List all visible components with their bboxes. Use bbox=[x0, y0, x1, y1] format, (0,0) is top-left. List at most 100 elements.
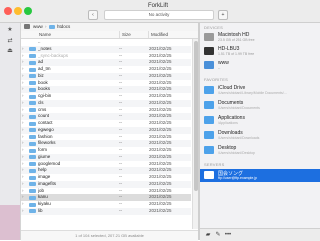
file-size: -- bbox=[119, 147, 122, 152]
zoom-window-button[interactable] bbox=[24, 7, 32, 15]
column-size[interactable]: Size bbox=[119, 31, 131, 38]
file-row[interactable]: › job -- 2021/02/25 bbox=[21, 188, 191, 195]
disclosure-triangle-icon[interactable]: › bbox=[22, 161, 28, 168]
file-row[interactable]: › help -- 2021/02/25 bbox=[21, 167, 191, 174]
disclosure-triangle-icon[interactable]: › bbox=[22, 107, 28, 114]
folder-icon bbox=[49, 25, 55, 29]
disclosure-triangle-icon[interactable]: › bbox=[22, 80, 28, 87]
file-row[interactable]: › book -- 2021/02/25 bbox=[21, 80, 191, 87]
disclosure-triangle-icon[interactable]: › bbox=[22, 167, 28, 174]
file-row[interactable]: › biz -- 2021/02/25 bbox=[21, 72, 191, 80]
sync-icon[interactable]: ⇄ bbox=[5, 37, 15, 44]
disclosure-triangle-icon[interactable]: › bbox=[22, 181, 28, 188]
disclosure-triangle-icon[interactable]: › bbox=[22, 59, 28, 66]
disclosure-triangle-icon[interactable]: › bbox=[22, 140, 28, 147]
disclosure-triangle-icon[interactable]: › bbox=[22, 208, 28, 215]
file-row[interactable]: › ad -- 2021/02/25 bbox=[21, 59, 191, 66]
file-modified: 2021/02/25 bbox=[149, 167, 172, 173]
folder-icon bbox=[29, 175, 36, 180]
disclosure-triangle-icon[interactable]: › bbox=[22, 46, 28, 53]
file-row[interactable]: › kiyaku -- 2021/02/25 bbox=[21, 201, 191, 208]
file-name: .. bbox=[38, 39, 41, 44]
add-tab-button[interactable]: + bbox=[218, 10, 228, 20]
favorites-star-icon[interactable]: ★ bbox=[5, 26, 15, 33]
disclosure-triangle-icon[interactable]: › bbox=[22, 66, 28, 73]
file-row[interactable]: › ad_tm -- 2021/02/25 bbox=[21, 66, 191, 73]
disclosure-triangle-icon[interactable]: › bbox=[22, 147, 28, 154]
file-name: kanu bbox=[38, 194, 48, 200]
folder-icon bbox=[29, 108, 36, 112]
folder-icon bbox=[29, 87, 36, 92]
disclosure-triangle-icon[interactable]: › bbox=[22, 194, 28, 201]
eject-icon[interactable]: ⏏ bbox=[5, 47, 15, 54]
disclosure-triangle-icon[interactable]: › bbox=[22, 93, 28, 100]
file-row[interactable]: .. bbox=[21, 39, 191, 46]
device-item[interactable]: www -- bbox=[200, 59, 320, 72]
path-drive[interactable]: www bbox=[33, 24, 43, 30]
disclosure-triangle-icon[interactable]: › bbox=[22, 154, 28, 161]
disclosure-triangle-icon[interactable]: › bbox=[22, 174, 28, 181]
file-row[interactable]: › form -- 2021/02/25 bbox=[21, 147, 191, 154]
file-row[interactable]: › contact -- 2021/02/25 bbox=[21, 120, 191, 127]
column-modified[interactable]: Modified bbox=[148, 31, 168, 38]
disclosure-triangle-icon[interactable]: › bbox=[22, 120, 28, 127]
folder-icon bbox=[29, 114, 36, 119]
activity-field: No activity bbox=[104, 10, 214, 20]
disclosure-triangle-icon[interactable]: › bbox=[22, 73, 28, 80]
folder-icon bbox=[29, 121, 36, 126]
more-icon[interactable]: ••• bbox=[224, 231, 232, 239]
folder-icon bbox=[29, 155, 36, 160]
file-modified: 2021/02/25 bbox=[149, 153, 172, 159]
file-size: -- bbox=[119, 72, 122, 78]
server-address: ftp://user@ftp.example.jp bbox=[218, 176, 257, 180]
file-row[interactable]: › books -- 2021/02/25 bbox=[21, 86, 191, 93]
folder-icon bbox=[29, 168, 36, 173]
file-row[interactable]: › kanu -- 2021/02/25 bbox=[21, 194, 191, 201]
device-item[interactable]: Macintosh HD 23.5 GB of 251 GB free bbox=[200, 31, 320, 44]
column-name[interactable]: Name bbox=[39, 31, 51, 38]
file-row[interactable]: › image -- 2021/02/25 bbox=[21, 174, 191, 181]
favorite-item[interactable]: Documents /Users/shiotani/Documents bbox=[200, 99, 320, 112]
favorite-item[interactable]: iCloud Drive /Users/shiotani/Library/Mob… bbox=[200, 84, 320, 97]
favorite-item[interactable]: Desktop /Users/shiotani/Desktop bbox=[200, 144, 320, 157]
folder-icon bbox=[29, 101, 36, 106]
close-window-button[interactable] bbox=[4, 7, 12, 15]
disclosure-triangle-icon[interactable]: › bbox=[22, 201, 28, 208]
title-bar: ForkLift ‹ No activity + bbox=[0, 0, 320, 23]
favorite-path: /Users/shiotani/Desktop bbox=[218, 151, 255, 155]
device-item[interactable]: HD-LBU3 1.51 TB of 1.99 TB free bbox=[200, 45, 320, 58]
column-headers: Name Size Modified bbox=[21, 31, 198, 39]
file-size: -- bbox=[119, 187, 122, 193]
favorite-item[interactable]: Applications /Applications bbox=[200, 114, 320, 127]
file-row[interactable]: › fashion -- 2021/02/25 bbox=[21, 134, 191, 141]
file-row[interactable]: › lib -- 2021/02/25 bbox=[21, 207, 191, 215]
file-modified: 2021/02/25 bbox=[149, 79, 172, 85]
disclosure-triangle-icon[interactable]: › bbox=[22, 86, 28, 93]
disclosure-triangle-icon[interactable]: › bbox=[22, 100, 28, 107]
file-row[interactable]: › imagefits -- 2021/02/25 bbox=[21, 180, 191, 188]
file-row[interactable]: › giume -- 2021/02/25 bbox=[21, 153, 191, 161]
minimize-window-button[interactable] bbox=[14, 7, 22, 15]
file-row[interactable]: › _sync-backups -- 2021/02/25 bbox=[21, 53, 191, 60]
disclosure-triangle-icon[interactable]: › bbox=[22, 134, 28, 141]
back-button[interactable]: ‹ bbox=[88, 10, 98, 20]
folder-icon bbox=[29, 47, 36, 52]
path-folder[interactable]: htdocs bbox=[57, 24, 70, 30]
file-row[interactable]: › _notes -- 2021/02/25 bbox=[21, 45, 191, 53]
file-row[interactable]: › count -- 2021/02/25 bbox=[21, 113, 191, 120]
file-row[interactable]: › cls -- 2021/02/25 bbox=[21, 99, 191, 107]
server-item[interactable]: 国会ソング ftp://user@ftp.example.jp bbox=[200, 169, 320, 182]
disclosure-triangle-icon[interactable]: › bbox=[22, 53, 28, 60]
disclosure-triangle-icon[interactable]: › bbox=[22, 113, 28, 120]
window-title: ForkLift bbox=[148, 3, 169, 9]
file-row[interactable]: › cgi-bin -- 2021/02/25 bbox=[21, 93, 191, 100]
file-row[interactable]: › cms -- 2021/02/25 bbox=[21, 107, 191, 114]
file-row[interactable]: › fileworks -- 2021/02/25 bbox=[21, 140, 191, 147]
disclosure-triangle-icon[interactable]: › bbox=[22, 127, 28, 134]
favorite-item[interactable]: Downloads /Users/shiotani/Downloads bbox=[200, 129, 320, 142]
disclosure-triangle-icon[interactable]: › bbox=[22, 188, 28, 195]
edit-pencil-icon[interactable]: ✎ bbox=[214, 231, 222, 239]
folder-icon[interactable]: ▰ bbox=[204, 231, 212, 239]
file-row[interactable]: › egwego -- 2021/02/25 bbox=[21, 126, 191, 134]
file-row[interactable]: › googlemod -- 2021/02/25 bbox=[21, 161, 191, 168]
